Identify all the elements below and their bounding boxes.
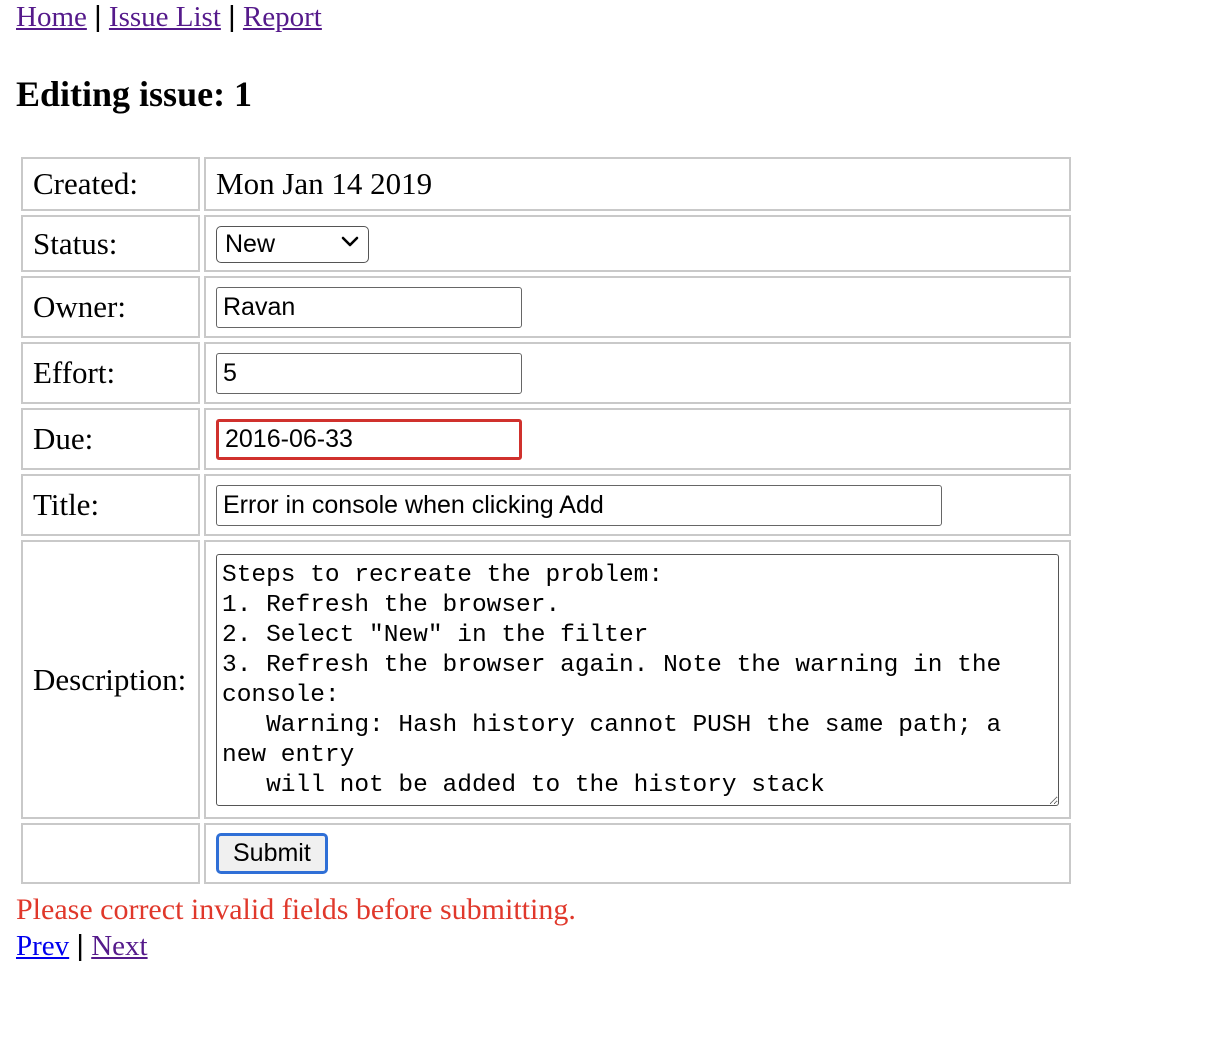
- due-cell: [204, 408, 1071, 470]
- form-row-title: Title:: [21, 474, 1071, 536]
- effort-label: Effort:: [21, 342, 200, 404]
- status-select-wrapper: New: [216, 224, 369, 263]
- description-label: Description:: [21, 540, 200, 819]
- due-label: Due:: [21, 408, 200, 470]
- prev-link[interactable]: Prev: [16, 930, 69, 962]
- form-row-effort: Effort:: [21, 342, 1071, 404]
- form-row-description: Description: Steps to recreate the probl…: [21, 540, 1071, 819]
- nav-separator: |: [94, 1, 102, 33]
- page-title: Editing issue: 1: [16, 74, 253, 114]
- nav-issue-list-link[interactable]: Issue List: [109, 1, 221, 33]
- issue-edit-form: Created: Mon Jan 14 2019 Status: New Own…: [17, 153, 1075, 888]
- form-row-status: Status: New: [21, 215, 1071, 272]
- owner-cell: [204, 276, 1071, 338]
- submit-label-cell: [21, 823, 200, 884]
- title-input[interactable]: [216, 484, 942, 526]
- owner-input[interactable]: [216, 286, 522, 328]
- validation-error-message: Please correct invalid fields before sub…: [16, 893, 576, 926]
- description-textarea[interactable]: Steps to recreate the problem: 1. Refres…: [216, 553, 1059, 806]
- pager-separator: |: [76, 930, 84, 962]
- due-date-input[interactable]: [216, 418, 522, 460]
- description-cell: Steps to recreate the problem: 1. Refres…: [204, 540, 1071, 819]
- form-row-owner: Owner:: [21, 276, 1071, 338]
- title-cell: [204, 474, 1071, 536]
- form-row-due: Due:: [21, 408, 1071, 470]
- title-label: Title:: [21, 474, 200, 536]
- status-select[interactable]: New: [216, 225, 369, 263]
- nav-home-link[interactable]: Home: [16, 1, 87, 33]
- status-cell: New: [204, 215, 1071, 272]
- form-row-created: Created: Mon Jan 14 2019: [21, 157, 1071, 211]
- effort-cell: [204, 342, 1071, 404]
- form-row-submit: Submit: [21, 823, 1071, 884]
- owner-label: Owner:: [21, 276, 200, 338]
- status-label: Status:: [21, 215, 200, 272]
- nav-report-link[interactable]: Report: [243, 1, 322, 33]
- top-nav: Home | Issue List | Report: [16, 0, 322, 34]
- created-label: Created:: [21, 157, 200, 211]
- effort-input[interactable]: [216, 352, 522, 394]
- nav-separator: |: [228, 1, 236, 33]
- created-value: Mon Jan 14 2019: [204, 157, 1071, 211]
- submit-cell: Submit: [204, 823, 1071, 884]
- next-link[interactable]: Next: [91, 930, 147, 962]
- pager: Prev | Next: [16, 928, 148, 964]
- submit-button[interactable]: Submit: [216, 833, 328, 874]
